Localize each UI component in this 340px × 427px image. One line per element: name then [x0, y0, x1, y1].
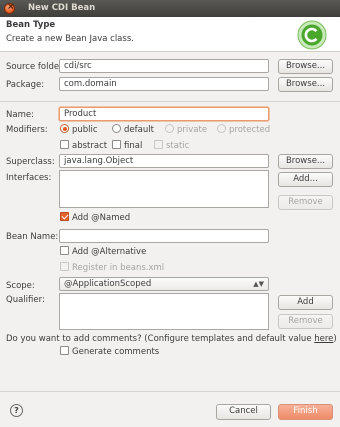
modifier-public-label: public: [72, 125, 98, 135]
window-title: New CDI Bean: [28, 3, 96, 13]
modifier-static-checkbox: [154, 140, 163, 149]
interfaces-list[interactable]: [59, 170, 269, 208]
interfaces-label: Interfaces:: [6, 173, 52, 183]
superclass-browse-button[interactable]: Browse...: [278, 154, 333, 169]
add-named-checkbox[interactable]: [60, 212, 69, 221]
superclass-field[interactable]: java.lang.Object: [59, 154, 269, 168]
help-icon[interactable]: ?: [10, 404, 23, 417]
modifier-final-checkbox[interactable]: [112, 140, 121, 149]
modifier-abstract-label: abstract: [72, 141, 108, 151]
comments-question-suffix: ): [333, 334, 337, 344]
generate-comments-checkbox[interactable]: [60, 346, 69, 355]
qualifier-list[interactable]: [59, 293, 269, 330]
wizard-header: Bean Type Create a new Bean Java class.: [0, 17, 340, 52]
source-folder-browse-button[interactable]: Browse...: [278, 59, 333, 74]
comments-question: Do you want to add comments? (Configure …: [6, 334, 337, 344]
modifier-abstract-checkbox[interactable]: [60, 140, 69, 149]
modifier-default-radio[interactable]: [112, 124, 121, 133]
close-window-icon[interactable]: [4, 2, 15, 14]
name-label: Name:: [6, 110, 34, 120]
register-beans-label: Register in beans.xml: [72, 263, 165, 273]
updown-arrows-icon: ▲▼: [253, 280, 264, 288]
modifier-protected-label: protected: [229, 125, 271, 135]
superclass-label: Superclass:: [6, 157, 55, 167]
interfaces-remove-button: Remove: [278, 195, 333, 210]
scope-label: Scope:: [6, 281, 35, 291]
divider: [0, 101, 340, 102]
finish-button[interactable]: Finish: [278, 404, 333, 420]
cancel-button[interactable]: Cancel: [216, 404, 271, 420]
modifier-protected-radio: [217, 124, 226, 133]
scope-select[interactable]: @ApplicationScoped ▲▼: [59, 277, 269, 291]
package-label: Package:: [6, 80, 45, 90]
interfaces-add-button[interactable]: Add...: [278, 172, 333, 187]
modifier-public-radio[interactable]: [60, 124, 69, 133]
modifier-default-label: default: [124, 125, 154, 135]
page-subtitle: Create a new Bean Java class.: [6, 34, 134, 44]
qualifier-label: Qualifier:: [6, 295, 45, 305]
register-beans-checkbox: [60, 262, 69, 271]
modifier-private-radio: [165, 124, 174, 133]
window-titlebar: New CDI Bean: [0, 0, 340, 17]
add-named-label: Add @Named: [72, 213, 131, 223]
qualifier-add-button[interactable]: Add: [278, 295, 333, 310]
add-alternative-label: Add @Alternative: [72, 247, 147, 257]
footer-divider: [0, 391, 340, 392]
page-title: Bean Type: [6, 20, 56, 30]
package-browse-button[interactable]: Browse...: [278, 77, 333, 92]
cdi-logo-icon: [297, 20, 327, 50]
qualifier-remove-button: Remove: [278, 314, 333, 329]
source-folder-label: Source folder:: [6, 62, 66, 72]
configure-templates-link[interactable]: here: [314, 334, 333, 344]
bean-name-field[interactable]: [59, 229, 269, 243]
add-alternative-checkbox[interactable]: [60, 246, 69, 255]
package-field[interactable]: com.domain: [59, 77, 269, 91]
comments-question-text: Do you want to add comments? (Configure …: [6, 334, 315, 344]
name-field[interactable]: Product: [59, 107, 269, 121]
generate-comments-label: Generate comments: [72, 347, 160, 357]
source-folder-field[interactable]: cdi/src: [59, 59, 269, 73]
modifier-final-label: final: [124, 141, 143, 151]
scope-selected-value: @ApplicationScoped: [64, 279, 152, 289]
bean-name-label: Bean Name:: [6, 232, 59, 242]
modifier-private-label: private: [177, 125, 208, 135]
modifiers-label: Modifiers:: [6, 125, 48, 135]
modifier-static-label: static: [166, 141, 190, 151]
